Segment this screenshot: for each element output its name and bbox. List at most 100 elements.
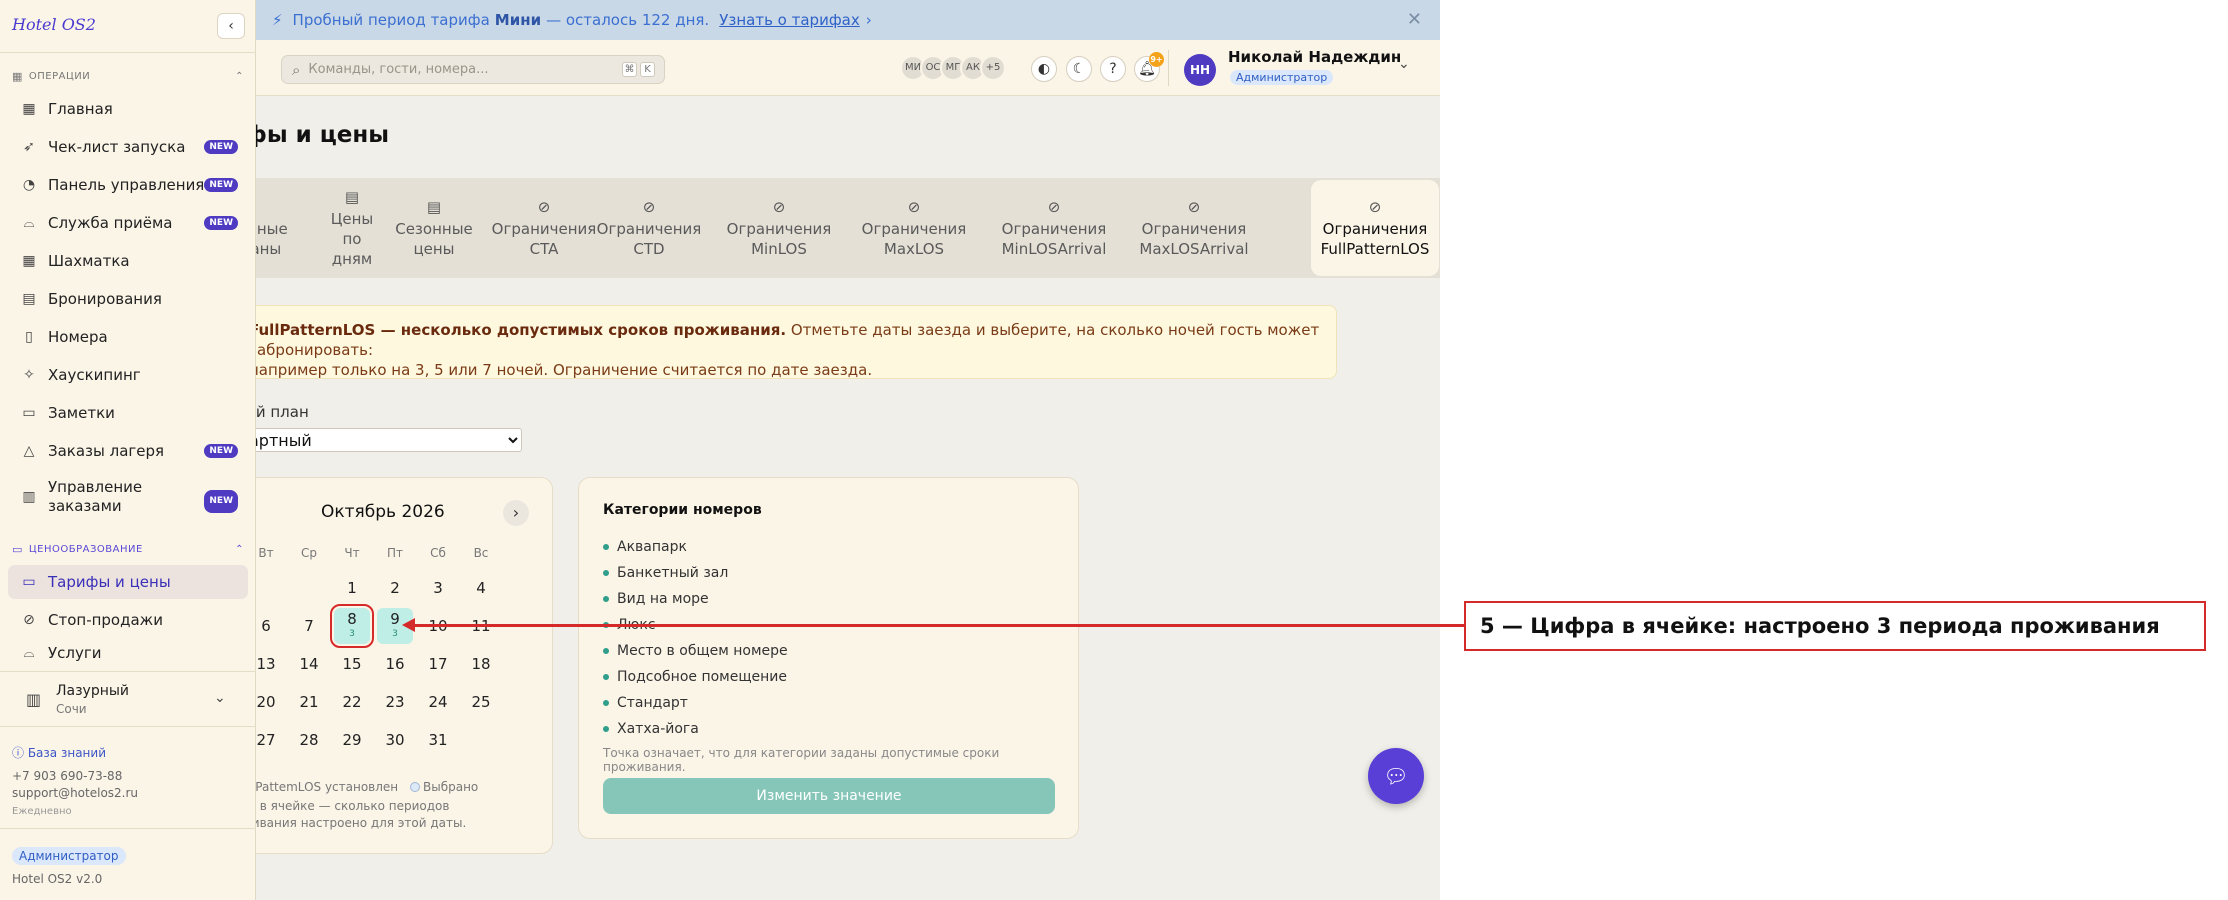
rate-plan-select[interactable]: артный <box>244 428 522 452</box>
support-phone[interactable]: +7 903 690-73-88 <box>12 769 122 783</box>
calendar-day[interactable]: 1 <box>334 570 370 606</box>
day-number: 4 <box>476 579 486 597</box>
day-number: 24 <box>428 693 448 711</box>
banner-link[interactable]: Узнать о тарифах <box>719 11 860 29</box>
concierge-icon: ⌓ <box>23 645 35 661</box>
calendar-day[interactable]: 17 <box>420 646 456 682</box>
calendar-day[interactable]: 29 <box>334 722 370 758</box>
sidebar-item-label: Главная <box>48 100 113 118</box>
calendar-day[interactable]: 31 <box>420 722 456 758</box>
tab-8[interactable]: ⊘ Ограничения MaxLOSArrival <box>1129 178 1259 278</box>
tab-1[interactable]: ▤ Цены по дням <box>320 178 384 278</box>
day-number: 25 <box>471 693 491 711</box>
table-icon: ▦ <box>22 253 36 269</box>
chevron-right-icon: › <box>865 11 872 29</box>
support-email[interactable]: support@hotelos2.ru <box>12 786 138 800</box>
info-bold: FullPatternLOS — несколько допустимых ср… <box>249 321 787 339</box>
new-badge: NEW <box>204 178 238 192</box>
section-pricing[interactable]: ▭ ЦЕНООБРАЗОВАНИЕ ⌃ <box>12 543 244 556</box>
logo: Hotel OS2 <box>12 15 96 34</box>
hotel-city: Сочи <box>56 702 87 716</box>
chat-icon[interactable]: 💬︎ <box>1368 748 1424 804</box>
calendar-day[interactable]: 83 <box>330 604 374 648</box>
calendar-day[interactable]: 21 <box>291 684 327 720</box>
avatar[interactable]: НН <box>1184 54 1216 86</box>
calendar-day[interactable]: 22 <box>334 684 370 720</box>
banner-plan: Мини <box>494 11 542 29</box>
search-placeholder: Команды, гости, номера... <box>308 62 489 77</box>
calendar-day[interactable]: 23 <box>377 684 413 720</box>
legend-note: ра в ячейке — сколько периодов живания н… <box>241 799 467 830</box>
presence-avatars[interactable]: МИ ОС МГ АК +5 <box>900 55 1006 81</box>
palette-icon[interactable]: ◐ <box>1031 56 1057 82</box>
top-bar: ⌕ Команды, гости, номера... ⌘ K МИ ОС МГ… <box>256 40 1440 96</box>
tab-5[interactable]: ⊘ Ограничения MinLOS <box>719 178 839 278</box>
sidebar-item-2[interactable]: ◔ Панель управления NEW <box>8 168 248 202</box>
tab-7[interactable]: ⊘ Ограничения MinLOSArrival <box>989 178 1119 278</box>
sidebar-item-7[interactable]: ✧ Хаускипинг <box>8 358 248 392</box>
chevron-right-icon[interactable]: › <box>503 500 529 526</box>
tab-2[interactable]: ▤ Сезонные цены <box>390 178 478 278</box>
sidebar-pricing-item-0[interactable]: ▭ Тарифы и цены <box>8 565 248 599</box>
sidebar-item-5[interactable]: ▤ Бронирования <box>8 282 248 316</box>
ban-icon: ⊘ <box>537 198 551 216</box>
calendar-day[interactable]: 25 <box>463 684 499 720</box>
sidebar-item-label: Тарифы и цены <box>48 573 171 591</box>
search-input[interactable]: ⌕ Команды, гости, номера... ⌘ K <box>281 55 665 84</box>
legend-set-label: ullPattemLOS установлен <box>241 780 399 794</box>
sidebar-item-8[interactable]: ▭ Заметки <box>8 396 248 430</box>
day-number: 23 <box>385 693 405 711</box>
day-number: 13 <box>256 655 276 673</box>
chevron-down-icon[interactable]: ⌄ <box>1398 56 1410 72</box>
support-hours: Ежедневно <box>12 806 72 817</box>
tab-9[interactable]: ⊘ Ограничения FullPatternLOS <box>1311 180 1439 276</box>
collapse-sidebar-button[interactable]: ‹ <box>217 13 245 39</box>
legend-selected-dot <box>409 782 420 792</box>
calendar-day[interactable]: 18 <box>463 646 499 682</box>
help-icon[interactable]: ? <box>1100 56 1126 82</box>
day-number: 16 <box>385 655 405 673</box>
day-number: 3 <box>433 579 443 597</box>
calendar-day[interactable]: 4 <box>463 570 499 606</box>
tab-3[interactable]: ⊘ Ограничения CTA <box>484 178 604 278</box>
sidebar-item-4[interactable]: ▦ Шахматка <box>8 244 248 278</box>
knowledge-base-link[interactable]: ⓘ База знаний <box>12 744 106 761</box>
list-item: Место в общем номере <box>603 638 788 664</box>
user-name[interactable]: Николай Надеждин <box>1228 48 1401 66</box>
day-number: 14 <box>299 655 319 673</box>
sidebar-pricing-item-2[interactable]: ⌓ Услуги <box>8 641 248 665</box>
presence-more[interactable]: +5 <box>980 55 1006 81</box>
calendar-day[interactable]: 7 <box>291 608 327 644</box>
sidebar-item-3[interactable]: ⌓ Служба приёма NEW <box>8 206 248 240</box>
calendar-day[interactable]: 30 <box>377 722 413 758</box>
divider <box>0 52 256 53</box>
close-icon[interactable]: ✕ <box>1407 9 1422 30</box>
tab-label: Цены по дням <box>330 210 374 268</box>
sidebar-item-label: Шахматка <box>48 252 130 270</box>
section-operations[interactable]: ▦ ОПЕРАЦИИ ⌃ <box>12 70 244 83</box>
sidebar-item-10[interactable]: ▥ Управление заказами NEW <box>8 474 248 520</box>
ban-icon: ⊘ <box>642 198 656 216</box>
period-count: 3 <box>349 629 355 639</box>
ban-icon: ⊘ <box>1047 198 1061 216</box>
tab-4[interactable]: ⊘ Ограничения CTD <box>589 178 709 278</box>
calendar-day[interactable]: 3 <box>420 570 456 606</box>
sidebar-item-1[interactable]: ➶ Чек-лист запуска NEW <box>8 130 248 164</box>
calendar-day[interactable]: 15 <box>334 646 370 682</box>
calendar-day[interactable]: 16 <box>377 646 413 682</box>
sidebar-item-0[interactable]: ▦ Главная <box>8 92 248 126</box>
tab-6[interactable]: ⊘ Ограничения MaxLOS <box>854 178 974 278</box>
change-value-button[interactable]: Изменить значение <box>603 778 1055 814</box>
hotel-switcher[interactable]: ▥ Лазурный Сочи ⌄ <box>0 671 256 727</box>
calendar-day[interactable]: 28 <box>291 722 327 758</box>
section-label: ОПЕРАЦИИ <box>28 71 91 82</box>
moon-icon[interactable]: ☾ <box>1066 56 1092 82</box>
calendar-day[interactable]: 2 <box>377 570 413 606</box>
calendar-day[interactable]: 24 <box>420 684 456 720</box>
weekday-label: Ср <box>301 546 317 560</box>
sidebar-pricing-item-1[interactable]: ⊘ Стоп-продажи <box>8 603 248 637</box>
sidebar-item-6[interactable]: ▯ Номера <box>8 320 248 354</box>
calendar-day[interactable]: 14 <box>291 646 327 682</box>
sidebar-item-9[interactable]: △ Заказы лагеря NEW <box>8 434 248 468</box>
list-item: Аквапарк <box>603 534 788 560</box>
